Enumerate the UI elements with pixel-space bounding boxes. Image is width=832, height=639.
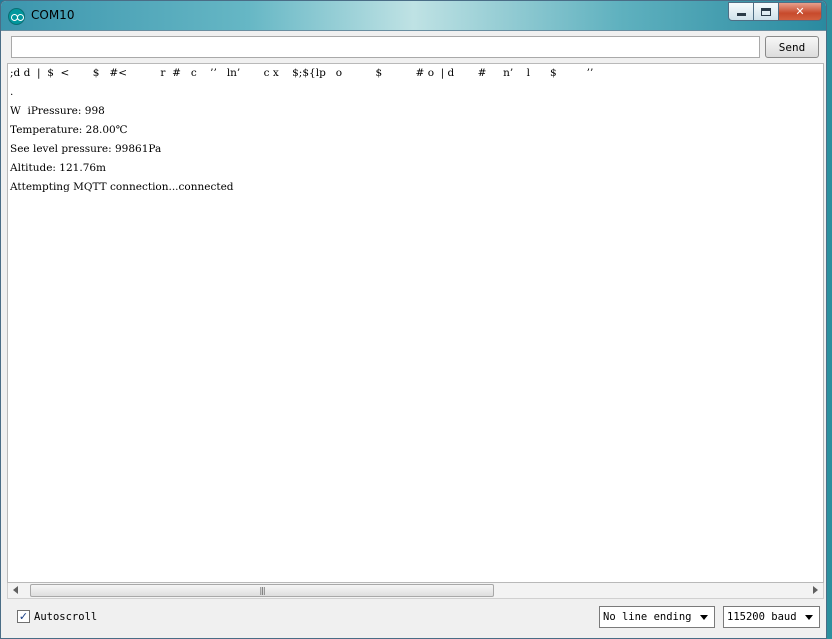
autoscroll-checkbox[interactable]: ✓	[17, 610, 30, 623]
serial-output-area[interactable]: ;d d | $ < $ #< r # c ’’ ln’ c x $;${lp …	[7, 63, 824, 583]
autoscroll-toggle[interactable]: ✓ Autoscroll	[17, 610, 97, 623]
line-ending-select[interactable]: No line ending	[599, 606, 715, 628]
maximize-icon	[761, 7, 771, 16]
output-line: See level pressure: 99861Pa	[10, 143, 162, 155]
chevron-down-icon	[700, 615, 708, 620]
minimize-icon	[736, 12, 746, 16]
output-line: W iPressure: 998	[10, 105, 105, 117]
maximize-button[interactable]	[754, 2, 779, 21]
scroll-left-arrow-icon[interactable]	[13, 586, 18, 594]
scrollbar-thumb[interactable]: |||	[30, 584, 494, 597]
autoscroll-label: Autoscroll	[34, 610, 98, 623]
checkmark-icon: ✓	[18, 610, 29, 623]
minimize-button[interactable]	[728, 2, 754, 21]
close-button[interactable]: ✕	[779, 2, 822, 21]
baud-rate-select[interactable]: 115200 baud	[723, 606, 820, 628]
send-button[interactable]: Send	[765, 36, 819, 58]
output-line: .	[10, 86, 14, 98]
title-bar[interactable]: COM10 ✕	[1, 1, 826, 31]
output-line: Attempting MQTT connection...connected	[10, 181, 234, 193]
serial-monitor-window: COM10 ✕ Send ;d d | $ < $ #< r # c ’’ ln…	[0, 0, 827, 639]
arduino-logo-icon	[8, 8, 25, 25]
scroll-right-arrow-icon[interactable]	[813, 586, 818, 594]
chevron-down-icon	[805, 615, 813, 620]
output-line: Temperature: 28.00℃	[10, 124, 128, 136]
output-line: Altitude: 121.76m	[10, 162, 107, 174]
baud-rate-value: 115200 baud	[727, 611, 797, 623]
send-input[interactable]	[11, 36, 760, 58]
scrollbar-grip-icon: |||	[259, 585, 265, 595]
close-icon: ✕	[795, 5, 805, 18]
line-ending-value: No line ending	[603, 611, 692, 623]
status-bar: ✓ Autoscroll No line ending 115200 baud	[1, 601, 826, 638]
output-line: ;d d | $ < $ #< r # c ’’ ln’ c x $;${lp …	[10, 67, 594, 79]
window-controls: ✕	[728, 2, 822, 21]
horizontal-scrollbar[interactable]: |||	[7, 583, 824, 599]
window-title: COM10	[31, 8, 75, 22]
